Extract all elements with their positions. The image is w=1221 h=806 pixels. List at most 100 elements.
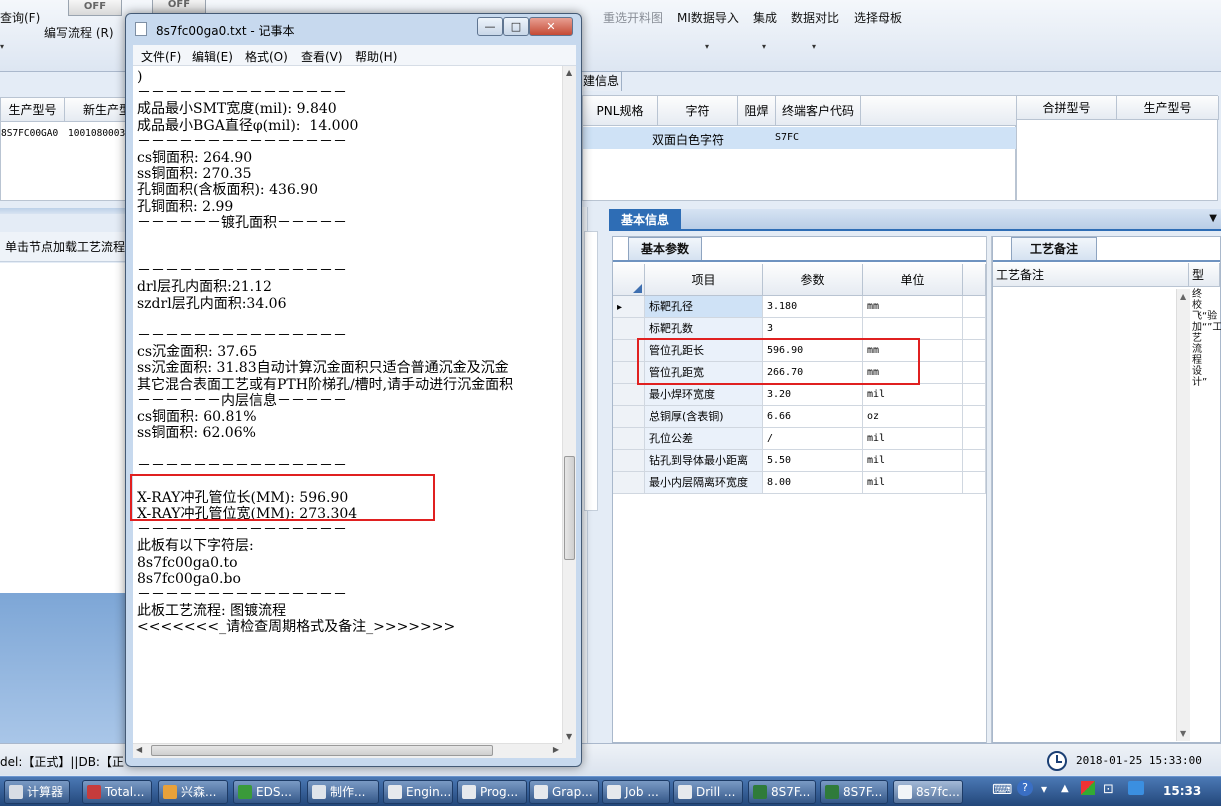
scroll-down-icon[interactable]: ▼ xyxy=(1180,729,1186,738)
tab-build-info[interactable]: 建信息 xyxy=(580,71,622,91)
scroll-thumb[interactable] xyxy=(151,745,493,756)
taskbar-item-engineering[interactable]: Engin... xyxy=(383,780,453,804)
reselect-cutting-button[interactable]: 重选开料图 xyxy=(603,9,663,26)
taskbar-item-eds[interactable]: EDS... xyxy=(233,780,301,804)
taskbar-item-graphic[interactable]: Grap... xyxy=(529,780,599,804)
panel-menu-arrow-icon[interactable]: ▼ xyxy=(1209,213,1217,224)
scroll-thumb[interactable] xyxy=(564,456,575,560)
cell-unit[interactable]: oz xyxy=(863,406,963,428)
cell-unit[interactable]: mil xyxy=(863,384,963,406)
network-icon[interactable]: ⊡ xyxy=(1103,782,1114,797)
cell-unit[interactable] xyxy=(863,318,963,340)
table-row[interactable]: 孔位公差 / mil xyxy=(613,428,986,450)
notepad-window[interactable]: 8s7fc00ga0.txt - 记事本 — □ ✕ 文件(F) 编辑(E) 格… xyxy=(125,13,582,767)
row-header[interactable] xyxy=(613,384,645,406)
cell-extra[interactable] xyxy=(963,428,986,450)
column-header-pnl-spec[interactable]: PNL规格 xyxy=(583,96,658,126)
row-header[interactable] xyxy=(613,450,645,472)
scroll-right-icon[interactable]: ▶ xyxy=(553,745,559,754)
cell-item[interactable]: 标靶孔数 xyxy=(645,318,763,340)
tray-up-arrow-icon[interactable]: ▲ xyxy=(1061,783,1069,794)
keyboard-icon[interactable]: ⌨ xyxy=(992,782,1012,798)
settings-icon[interactable]: ▾ xyxy=(1041,782,1047,796)
cell-extra[interactable] xyxy=(963,384,986,406)
cell-new-product-model[interactable]: 100108000312 xyxy=(68,128,129,139)
cell-unit[interactable]: mil xyxy=(863,450,963,472)
cell-value[interactable]: 3.180 xyxy=(763,296,863,318)
column-header-character[interactable]: 字符 xyxy=(658,96,738,126)
tray-app-icon[interactable] xyxy=(1081,781,1095,795)
cell-value[interactable]: 3 xyxy=(763,318,863,340)
taskbar-item-8s7f-1[interactable]: 8S7F... xyxy=(748,780,816,804)
row-header[interactable] xyxy=(613,406,645,428)
cell-character[interactable]: 双面白色字符 xyxy=(652,131,724,148)
tab-process-notes[interactable]: 工艺备注 xyxy=(1011,237,1098,260)
off-toggle[interactable]: OFF xyxy=(68,0,122,16)
cell-extra[interactable] xyxy=(963,450,986,472)
cell-extra[interactable] xyxy=(963,340,986,362)
cell-item[interactable]: 最小焊环宽度 xyxy=(645,384,763,406)
taskbar-item-drill[interactable]: Drill ... xyxy=(673,780,743,804)
column-header-product-model[interactable]: 生产型号 xyxy=(1,98,65,122)
cell-extra[interactable] xyxy=(963,296,986,318)
splitter[interactable] xyxy=(0,208,128,214)
scroll-left-icon[interactable]: ◀ xyxy=(136,745,142,754)
menu-format[interactable]: 格式(O) xyxy=(245,48,288,65)
size-grip[interactable] xyxy=(562,743,576,758)
cell-item[interactable]: 总铜厚(含表铜) xyxy=(645,406,763,428)
cell-unit[interactable]: mil xyxy=(863,428,963,450)
close-button[interactable]: ✕ xyxy=(529,17,573,36)
chevron-down-icon[interactable]: ▾ xyxy=(812,42,816,51)
minimize-button[interactable]: — xyxy=(477,17,503,36)
cell-extra[interactable] xyxy=(963,472,986,494)
cell-item[interactable]: 钻孔到导体最小距离 xyxy=(645,450,763,472)
notepad-horizontal-scrollbar[interactable]: ◀ ▶ xyxy=(133,743,562,758)
cell-extra[interactable] xyxy=(963,362,986,384)
scroll-up-icon[interactable]: ▲ xyxy=(566,68,572,77)
cell-product-model[interactable]: 8S7FC00GA0 xyxy=(1,128,65,139)
column-header-value[interactable]: 参数 xyxy=(763,264,863,296)
side-scrollbar[interactable] xyxy=(584,231,598,511)
cell-item[interactable]: 最小内层隔离环宽度 xyxy=(645,472,763,494)
row-header[interactable] xyxy=(613,472,645,494)
taskbar-clock[interactable]: 15:33 xyxy=(1163,784,1201,798)
chevron-down-icon[interactable]: ▾ xyxy=(705,42,709,51)
table-row[interactable]: 最小焊环宽度 3.20 mil xyxy=(613,384,986,406)
column-header-unit[interactable]: 单位 xyxy=(863,264,963,296)
choose-mother-board-button[interactable]: 选择母板 xyxy=(854,9,902,26)
taskbar-item-calculator[interactable]: 计算器 xyxy=(4,780,70,804)
off-toggle-2[interactable]: OFF xyxy=(152,0,206,14)
menu-view[interactable]: 查看(V) xyxy=(301,48,343,65)
column-header-process-notes[interactable]: 工艺备注 xyxy=(993,263,1189,287)
edit-flow-button[interactable]: 编写流程 (R) xyxy=(44,24,114,41)
chevron-down-icon[interactable]: ▾ xyxy=(762,42,766,51)
taskbar-item-notepad[interactable]: 8s7fc... xyxy=(893,780,963,804)
cell-value[interactable]: 5.50 xyxy=(763,450,863,472)
column-header-merge-product-model[interactable]: 生产型号 xyxy=(1117,96,1219,120)
table-row[interactable]: ▸ 标靶孔径 3.180 mm xyxy=(613,296,986,318)
mi-import-button[interactable]: MI数据导入 xyxy=(677,9,739,26)
scroll-up-icon[interactable]: ▲ xyxy=(1180,292,1186,301)
row-header[interactable] xyxy=(613,428,645,450)
menu-help[interactable]: 帮助(H) xyxy=(355,48,397,65)
data-compare-button[interactable]: 数据对比 xyxy=(791,9,839,26)
table-row[interactable]: 最小内层隔离环宽度 8.00 mil xyxy=(613,472,986,494)
tab-basic-info[interactable]: 基本信息 xyxy=(609,209,682,231)
integrate-button[interactable]: 集成 xyxy=(753,9,777,26)
query-menu[interactable]: 查询(F) xyxy=(0,9,40,26)
help-icon[interactable]: ? xyxy=(1017,780,1033,796)
cell-value[interactable]: / xyxy=(763,428,863,450)
taskbar-item-8s7f-2[interactable]: 8S7F... xyxy=(820,780,888,804)
table-row[interactable]: 钻孔到导体最小距离 5.50 mil xyxy=(613,450,986,472)
cell-end-customer-code[interactable]: S7FC xyxy=(775,132,799,143)
row-header[interactable]: ▸ xyxy=(613,296,645,318)
scroll-down-icon[interactable]: ▼ xyxy=(566,732,572,741)
tab-basic-params[interactable]: 基本参数 xyxy=(628,237,703,260)
taskbar-item-make[interactable]: 制作... xyxy=(307,780,379,804)
menu-edit[interactable]: 编辑(E) xyxy=(192,48,233,65)
taskbar-item-total[interactable]: Total... xyxy=(82,780,152,804)
notes-scrollbar[interactable]: ▲ ▼ xyxy=(1176,289,1190,741)
notepad-text-area[interactable]: ) －－－－－－－－－－－－－－－ 成品最小SMT宽度(mil): 9.840 成品最… xyxy=(133,66,562,743)
cell-unit[interactable]: mm xyxy=(863,296,963,318)
column-header-new-product-model[interactable]: 新生产型号 xyxy=(65,98,129,122)
